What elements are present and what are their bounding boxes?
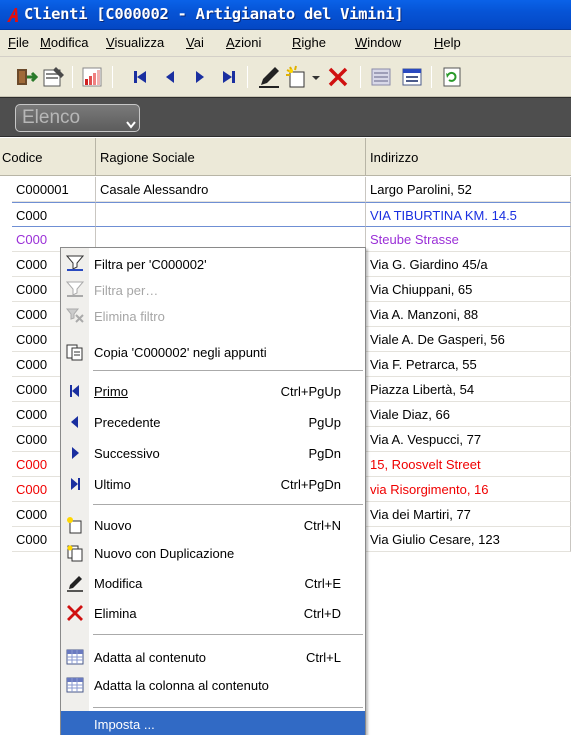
last-record-icon — [71, 478, 80, 490]
toolbar — [0, 57, 571, 97]
cell-indirizzo[interactable]: via Risorgimento, 16 — [366, 477, 571, 502]
next-record-icon — [72, 447, 79, 459]
toolbar-separator — [247, 66, 248, 88]
menu-vai[interactable]: Vai — [186, 35, 204, 50]
cell-indirizzo[interactable]: Largo Parolini, 52 — [366, 177, 571, 202]
autofit-column-icon — [66, 677, 84, 693]
dropdown-arrow-icon[interactable] — [309, 65, 323, 89]
chart-icon[interactable] — [80, 65, 104, 89]
menu-item-copy[interactable]: Copia 'C000002' negli appunti — [61, 339, 365, 365]
menu-item-setup[interactable]: Imposta ... — [61, 711, 365, 735]
delete-x-icon[interactable] — [326, 65, 350, 89]
menu-separator — [93, 707, 363, 708]
cell-indirizzo[interactable]: Via Chiuppani, 65 — [366, 277, 571, 302]
menu-item-new[interactable]: Nuovo Ctrl+N — [61, 512, 365, 538]
previous-record-icon[interactable] — [158, 65, 182, 89]
toolbar-separator — [112, 66, 113, 88]
cell-indirizzo[interactable]: Via Giulio Cesare, 123 — [366, 527, 571, 552]
menu-righe[interactable]: Righe — [292, 35, 326, 50]
delete-x-icon — [67, 605, 83, 621]
duplicate-record-icon — [67, 545, 83, 562]
menu-item-edit[interactable]: Modifica Ctrl+E — [61, 570, 365, 596]
menu-item-remove-filter[interactable]: Elimina filtro — [61, 303, 365, 329]
cell-indirizzo[interactable]: Steube Strasse — [366, 227, 571, 252]
menu-item-new-duplicate[interactable]: Nuovo con Duplicazione — [61, 540, 365, 566]
tab-elenco[interactable]: Elenco — [15, 104, 140, 132]
column-header-ragione-sociale[interactable]: Ragione Sociale — [96, 138, 366, 176]
cell-ragione-sociale[interactable] — [96, 202, 366, 227]
filter-icon — [66, 281, 84, 297]
new-record-icon — [67, 517, 82, 534]
menu-help[interactable]: Help — [434, 35, 461, 50]
edit-pencil-icon[interactable] — [257, 65, 281, 89]
cell-indirizzo[interactable]: Piazza Libertà, 54 — [366, 377, 571, 402]
menu-window[interactable]: Window — [355, 35, 401, 50]
menu-separator — [93, 504, 363, 505]
table-row[interactable]: C000001 Casale Alessandro Largo Parolini, … — [0, 177, 571, 202]
list-view-icon[interactable] — [369, 65, 393, 89]
remove-filter-icon — [66, 308, 84, 323]
menu-separator — [93, 370, 363, 371]
menu-azioni[interactable]: Azioni — [226, 35, 261, 50]
next-record-icon[interactable] — [188, 65, 212, 89]
menu-item-last[interactable]: Ultimo Ctrl+PgDn — [61, 471, 365, 497]
menu-item-delete[interactable]: Elimina Ctrl+D — [61, 600, 365, 626]
table-row[interactable]: C000 VIA TIBURTINA KM. 14.5 — [0, 202, 571, 227]
title-bar: Clienti [C000002 - Artigianato del Vimin… — [0, 0, 571, 30]
cell-indirizzo[interactable]: Via A. Manzoni, 88 — [366, 302, 571, 327]
menu-modifica[interactable]: Modifica — [40, 35, 88, 50]
cell-ragione-sociale[interactable]: Casale Alessandro — [96, 177, 366, 202]
menu-bar: File Modifica Visualizza Vai Azioni Righ… — [0, 30, 571, 57]
cell-codice[interactable]: C000001 — [12, 177, 96, 202]
menu-item-fit-content[interactable]: Adatta al contenuto Ctrl+L — [61, 644, 365, 670]
cell-indirizzo[interactable]: Via G. Giardino 45/a — [366, 252, 571, 277]
grid-header: Codice Ragione Sociale Indirizzo — [0, 138, 571, 176]
menu-item-next[interactable]: Successivo PgDn — [61, 440, 365, 466]
edit-pencil-icon — [67, 576, 83, 592]
toolbar-separator — [431, 66, 432, 88]
cell-indirizzo[interactable]: 15, Roosvelt Street — [366, 452, 571, 477]
last-record-icon[interactable] — [217, 65, 241, 89]
cell-indirizzo[interactable]: VIA TIBURTINA KM. 14.5 — [366, 202, 571, 227]
refresh-icon[interactable] — [440, 65, 464, 89]
tab-strip: Elenco — [0, 97, 571, 137]
column-header-codice[interactable]: Codice — [0, 138, 96, 176]
menu-item-filter-by-ellipsis[interactable]: Filtra per… — [61, 277, 365, 303]
first-record-icon — [70, 385, 79, 397]
previous-record-icon — [71, 416, 78, 428]
menu-visualizza[interactable]: Visualizza — [106, 35, 164, 50]
autofit-columns-icon — [66, 649, 84, 665]
cell-indirizzo[interactable]: Via dei Martiri, 77 — [366, 502, 571, 527]
properties-icon[interactable] — [42, 65, 66, 89]
toolbar-separator — [360, 66, 361, 88]
new-record-icon[interactable] — [285, 65, 309, 89]
filter-icon — [66, 255, 84, 271]
exit-door-icon[interactable] — [14, 65, 38, 89]
cell-indirizzo[interactable]: Viale Diaz, 66 — [366, 402, 571, 427]
cell-indirizzo[interactable]: Via A. Vespucci, 77 — [366, 427, 571, 452]
form-view-icon[interactable] — [400, 65, 424, 89]
first-record-icon[interactable] — [128, 65, 152, 89]
menu-item-fit-column[interactable]: Adatta la colonna al contenuto — [61, 672, 365, 698]
menu-file[interactable]: File — [8, 35, 29, 50]
menu-item-previous[interactable]: Precedente PgUp — [61, 409, 365, 435]
cell-indirizzo[interactable]: Viale A. De Gasperi, 56 — [366, 327, 571, 352]
cell-indirizzo[interactable]: Via F. Petrarca, 55 — [366, 352, 571, 377]
red-a-logo-icon — [7, 8, 18, 22]
column-header-indirizzo[interactable]: Indirizzo — [366, 138, 571, 176]
cell-codice[interactable]: C000 — [12, 202, 96, 227]
context-menu: Filtra per 'C000002' Filtra per… Elimina… — [60, 247, 366, 735]
toolbar-separator — [72, 66, 73, 88]
menu-item-first[interactable]: Primo Ctrl+PgUp — [61, 378, 365, 404]
tab-elenco-label: Elenco — [22, 107, 81, 128]
chevron-down-icon — [126, 121, 136, 129]
copy-clipboard-icon — [66, 344, 83, 361]
menu-item-filter-by[interactable]: Filtra per 'C000002' — [61, 251, 365, 277]
window-title: Clienti [C000002 - Artigianato del Vimin… — [24, 5, 404, 23]
menu-separator — [93, 634, 363, 635]
